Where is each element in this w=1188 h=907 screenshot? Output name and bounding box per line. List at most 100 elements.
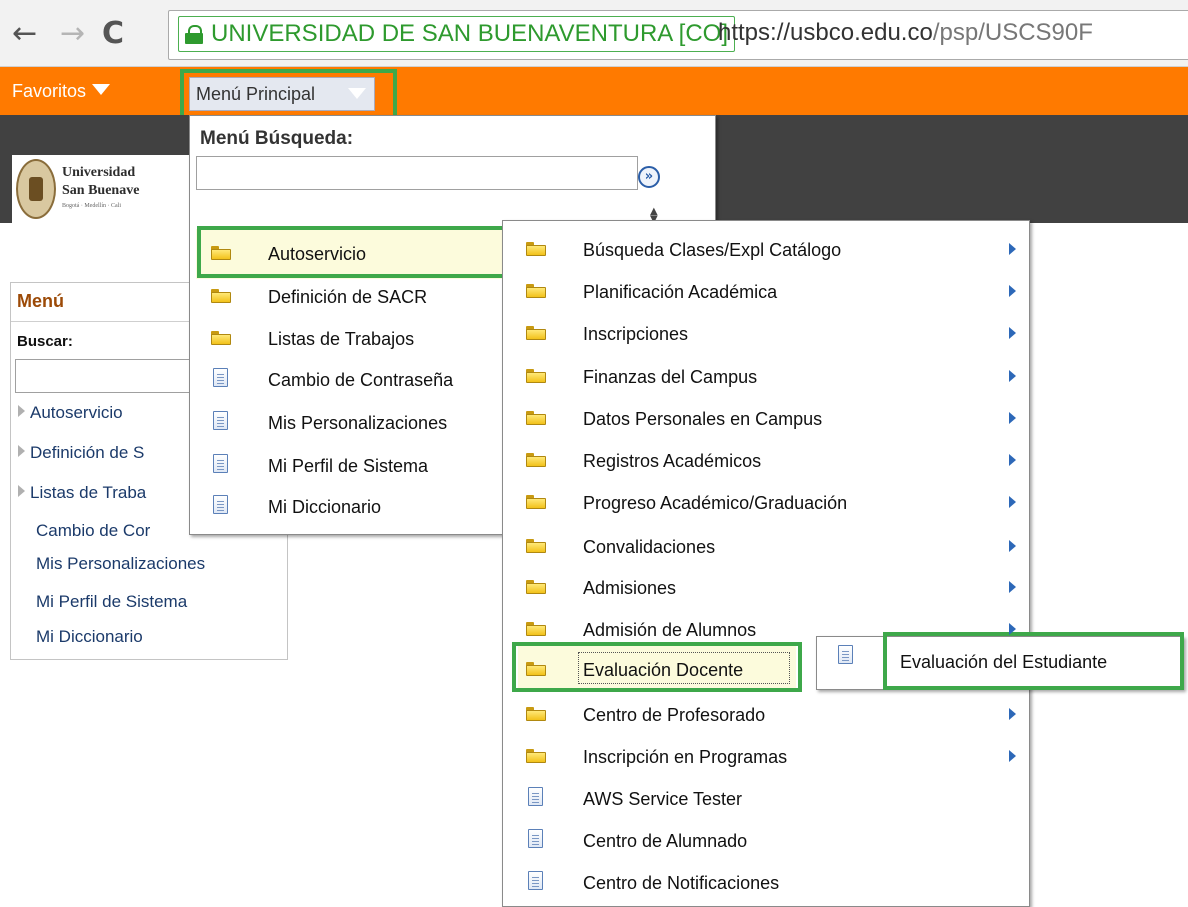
document-icon xyxy=(528,787,543,806)
submenu-item[interactable]: Centro de Profesorado xyxy=(583,705,765,726)
submenu-arrow-icon xyxy=(1009,750,1016,762)
left-menu-item[interactable]: Mi Diccionario xyxy=(36,627,143,647)
folder-icon xyxy=(526,749,546,763)
favorites-menu[interactable]: Favoritos xyxy=(12,67,111,115)
menu-item[interactable]: Autoservicio xyxy=(268,244,366,265)
folder-icon xyxy=(526,453,546,467)
left-menu-item-label: Mis Personalizaciones xyxy=(36,554,206,573)
left-menu-item-label: Definición de S xyxy=(30,443,145,462)
logo-line-1: Universidad xyxy=(62,165,136,180)
submenu-item[interactable]: Planificación Académica xyxy=(583,282,777,303)
left-menu-item[interactable]: Definición de S xyxy=(18,443,144,463)
submenu-item[interactable]: Inscripciones xyxy=(583,324,688,345)
ev-certificate-badge[interactable]: UNIVERSIDAD DE SAN BUENAVENTURA [CO] xyxy=(178,16,735,52)
menu-item[interactable]: Listas de Trabajos xyxy=(268,329,414,350)
submenu-item[interactable]: Finanzas del Campus xyxy=(583,367,757,388)
left-menu-title: Menú xyxy=(17,291,64,311)
search-go-button[interactable]: » xyxy=(638,166,660,188)
left-menu-item-label: Mi Perfil de Sistema xyxy=(36,592,188,611)
autoservicio-submenu xyxy=(502,220,1030,907)
back-arrow-icon[interactable]: ← xyxy=(12,16,37,52)
folder-icon xyxy=(526,622,546,636)
submenu-item[interactable]: Datos Personales en Campus xyxy=(583,409,822,430)
submenu-item[interactable]: Convalidaciones xyxy=(583,537,715,558)
document-icon xyxy=(213,454,228,473)
folder-icon xyxy=(526,662,546,676)
document-icon xyxy=(838,645,853,664)
submenu-item[interactable]: Centro de Notificaciones xyxy=(583,873,779,894)
ev-label: UNIVERSIDAD DE SAN BUENAVENTURA [CO] xyxy=(211,20,728,47)
folder-icon xyxy=(526,369,546,383)
left-menu-item[interactable]: Mis Personalizaciones xyxy=(36,554,205,574)
url-scheme: https:// xyxy=(718,19,791,46)
logo-line-2: San Buenave xyxy=(62,183,140,198)
document-icon xyxy=(213,368,228,387)
document-icon xyxy=(213,411,228,430)
folder-icon xyxy=(526,411,546,425)
submenu-item[interactable]: Registros Académicos xyxy=(583,451,761,472)
submenu-arrow-icon xyxy=(1009,581,1016,593)
submenu-arrow-icon xyxy=(1009,454,1016,466)
document-icon xyxy=(528,871,543,890)
submenu-item[interactable]: Inscripción en Programas xyxy=(583,747,787,768)
folder-icon xyxy=(211,331,231,345)
submenu-arrow-icon xyxy=(1009,540,1016,552)
submenu-arrow-icon xyxy=(1009,708,1016,720)
url-text[interactable]: https://usbco.edu.co/psp/USCS90F xyxy=(718,16,1093,50)
submenu-arrow-icon xyxy=(1009,285,1016,297)
expand-arrow-icon xyxy=(18,485,25,497)
submenu-item[interactable]: Evaluación Docente xyxy=(583,660,743,681)
main-menu-button[interactable]: Menú Principal xyxy=(189,77,375,111)
submenu-item[interactable]: Progreso Académico/Graduación xyxy=(583,493,847,514)
university-logo: Universidad San Buenave Bogotá · Medellí… xyxy=(12,155,190,233)
left-menu-item[interactable]: Cambio de Cor xyxy=(36,521,150,541)
expand-arrow-icon xyxy=(18,445,25,457)
menu-item[interactable]: Mis Personalizaciones xyxy=(268,413,447,434)
submenu-arrow-icon xyxy=(1009,623,1016,635)
reload-icon[interactable]: C xyxy=(102,16,124,52)
submenu-arrow-icon xyxy=(1009,243,1016,255)
submenu-arrow-icon xyxy=(1009,370,1016,382)
logo-line-3: Bogotá · Medellín · Cali xyxy=(62,203,121,209)
left-menu-item[interactable]: Mi Perfil de Sistema xyxy=(36,592,187,612)
submenu-item[interactable]: Búsqueda Clases/Expl Catálogo xyxy=(583,240,841,261)
forward-arrow-icon[interactable]: → xyxy=(60,16,85,52)
folder-icon xyxy=(526,580,546,594)
lock-icon xyxy=(185,25,203,44)
submenu-arrow-icon xyxy=(1009,496,1016,508)
submenu-item[interactable]: AWS Service Tester xyxy=(583,789,742,810)
portal-menu-bar xyxy=(0,67,1188,115)
submenu-arrow-icon xyxy=(1009,412,1016,424)
left-menu-item-label: Mi Diccionario xyxy=(36,627,143,646)
menu-item[interactable]: Mi Perfil de Sistema xyxy=(268,456,428,477)
document-icon xyxy=(528,829,543,848)
submenu-item-evaluacion-estudiante[interactable]: Evaluación del Estudiante xyxy=(900,652,1107,673)
left-menu-item-label: Cambio de Cor xyxy=(36,521,151,540)
search-label: Buscar: xyxy=(17,333,73,350)
left-search-input[interactable] xyxy=(15,359,215,393)
folder-icon xyxy=(526,495,546,509)
submenu-item[interactable]: Admisiones xyxy=(583,578,676,599)
folder-icon xyxy=(526,284,546,298)
submenu-arrow-icon xyxy=(1009,327,1016,339)
folder-icon xyxy=(526,326,546,340)
folder-icon xyxy=(526,242,546,256)
left-menu-item-label: Listas de Traba xyxy=(30,483,147,502)
submenu-item[interactable]: Admisión de Alumnos xyxy=(583,620,756,641)
document-icon xyxy=(213,495,228,514)
menu-item[interactable]: Cambio de Contraseña xyxy=(268,370,453,391)
left-menu-item[interactable]: Autoservicio xyxy=(18,403,123,423)
left-menu-item[interactable]: Listas de Traba xyxy=(18,483,146,503)
submenu-item[interactable]: Centro de Alumnado xyxy=(583,831,747,852)
folder-icon xyxy=(526,707,546,721)
expand-arrow-icon xyxy=(18,405,25,417)
left-menu-item-label: Autoservicio xyxy=(30,403,123,422)
folder-icon xyxy=(211,289,231,303)
menu-item[interactable]: Definición de SACR xyxy=(268,287,427,308)
favorites-label: Favoritos xyxy=(12,81,87,101)
folder-icon xyxy=(526,539,546,553)
menu-search-input[interactable] xyxy=(196,156,638,190)
menu-search-title: Menú Búsqueda: xyxy=(200,128,354,149)
caret-down-icon xyxy=(92,84,111,95)
menu-item[interactable]: Mi Diccionario xyxy=(268,497,381,518)
